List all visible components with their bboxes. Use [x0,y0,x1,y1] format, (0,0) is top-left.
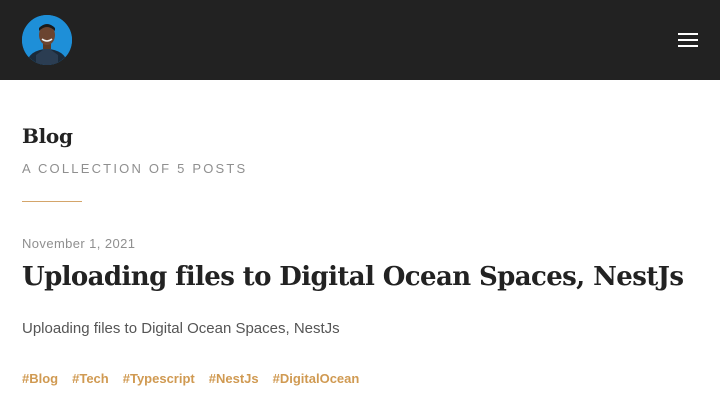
post-tags: #Blog #Tech #Typescript #NestJs #Digital… [22,371,359,386]
post-count-subtitle: A COLLECTION OF 5 POSTS [22,161,248,176]
avatar-photo-icon [22,15,72,65]
hamburger-menu-button[interactable] [674,28,702,52]
tag-link-typescript[interactable]: #Typescript [123,371,195,386]
menu-bar-line [678,45,698,47]
page-title: Blog [22,124,73,148]
tag-link-blog[interactable]: #Blog [22,371,58,386]
tag-link-nestjs[interactable]: #NestJs [209,371,259,386]
menu-bar-line [678,33,698,35]
post-date: November 1, 2021 [22,236,136,251]
menu-bar-line [678,39,698,41]
tag-link-digitalocean[interactable]: #DigitalOcean [273,371,360,386]
divider [22,201,82,202]
post-title-link[interactable]: Uploading files to Digital Ocean Spaces,… [22,262,684,292]
top-navbar [0,0,720,80]
tag-link-tech[interactable]: #Tech [72,371,109,386]
post-excerpt: Uploading files to Digital Ocean Spaces,… [22,320,340,337]
avatar[interactable] [22,15,72,65]
